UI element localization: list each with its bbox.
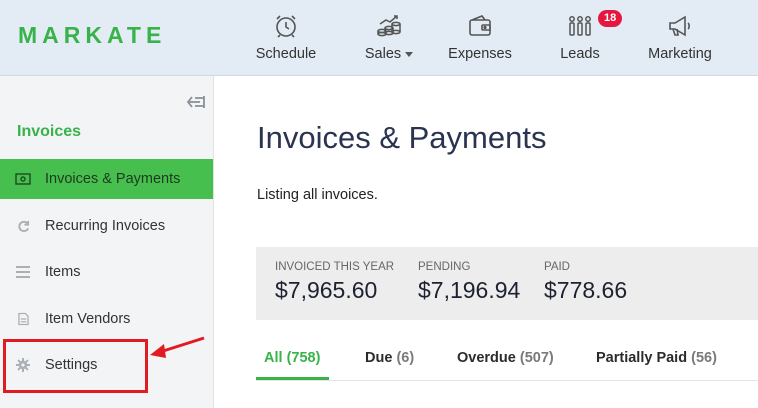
tab-due[interactable]: Due (6) [365, 350, 414, 366]
sidebar-item-label: Item Vendors [45, 311, 131, 327]
sidebar-item-recurring-invoices[interactable]: Recurring Invoices [0, 206, 213, 246]
collapse-sidebar-icon[interactable] [186, 94, 206, 110]
tab-overdue[interactable]: Overdue (507) [457, 350, 554, 366]
stat-value: $778.66 [544, 277, 628, 303]
sidebar-section-title: Invoices [17, 123, 82, 140]
money-icon [15, 172, 31, 186]
invoice-filter-tabs: All (758) Due (6) Overdue (507) Partiall… [256, 340, 758, 381]
annotation-highlight-box [3, 339, 148, 393]
list-icon [15, 265, 31, 279]
stat-value: $7,196.94 [418, 277, 521, 303]
nav-expenses[interactable]: Expenses [448, 12, 512, 68]
alarm-clock-icon [271, 12, 301, 40]
leads-count-badge: 18 [598, 10, 623, 27]
nav-leads[interactable]: Leads 18 [560, 10, 623, 68]
stat-label: PENDING [418, 261, 471, 273]
sidebar-item-label: Invoices & Payments [45, 171, 181, 187]
nav-sales[interactable]: Sales [364, 12, 414, 68]
wallet-icon [465, 12, 495, 40]
sidebar-item-label: Items [45, 264, 81, 280]
page-subtitle: Listing all invoices. [257, 187, 378, 203]
nav-sales-label: Sales [364, 46, 402, 62]
stat-label: PAID [544, 261, 570, 273]
tab-count: (6) [396, 350, 415, 366]
tab-label: Due [365, 350, 393, 366]
sidebar-item-items[interactable]: Items [0, 252, 213, 292]
nav-marketing[interactable]: Marketing [648, 12, 712, 68]
page-title: Invoices & Payments [257, 120, 547, 155]
app-logo[interactable]: MARKATE [18, 22, 166, 49]
tab-all[interactable]: All (758) [264, 350, 320, 366]
tab-count: (56) [691, 350, 717, 366]
top-navigation-bar: MARKATE Schedule Sales Expenses Leads 18… [0, 0, 758, 76]
refresh-icon [15, 219, 31, 233]
nav-marketing-label: Marketing [648, 46, 712, 62]
coins-chart-icon [374, 12, 404, 40]
tab-label: All [264, 350, 283, 366]
stat-value: $7,965.60 [275, 277, 378, 303]
nav-leads-label: Leads [560, 46, 600, 62]
tab-label: Partially Paid [596, 350, 688, 366]
stat-paid: PAID $778.66 [544, 261, 627, 304]
chevron-down-icon [405, 51, 414, 57]
active-tab-indicator [256, 377, 329, 380]
megaphone-icon [665, 12, 695, 40]
stat-invoiced-this-year: INVOICED THIS YEAR $7,965.60 [275, 261, 394, 304]
nav-schedule-label: Schedule [255, 46, 317, 62]
annotation-arrow-icon [150, 336, 205, 358]
people-icon [565, 12, 595, 40]
sidebar-item-label: Recurring Invoices [45, 218, 166, 234]
tab-partially-paid[interactable]: Partially Paid (56) [596, 350, 717, 366]
nav-expenses-label: Expenses [448, 46, 512, 62]
document-icon [15, 312, 31, 326]
tab-count: (507) [519, 350, 554, 366]
sidebar-item-item-vendors[interactable]: Item Vendors [0, 299, 213, 339]
tab-count: (758) [286, 350, 321, 366]
invoice-stats-panel: INVOICED THIS YEAR $7,965.60 PENDING $7,… [256, 247, 758, 320]
sidebar-item-invoices-payments[interactable]: Invoices & Payments [0, 159, 213, 199]
nav-schedule[interactable]: Schedule [255, 12, 317, 68]
tab-label: Overdue [457, 350, 516, 366]
stat-pending: PENDING $7,196.94 [418, 261, 520, 304]
stat-label: INVOICED THIS YEAR [275, 261, 395, 273]
